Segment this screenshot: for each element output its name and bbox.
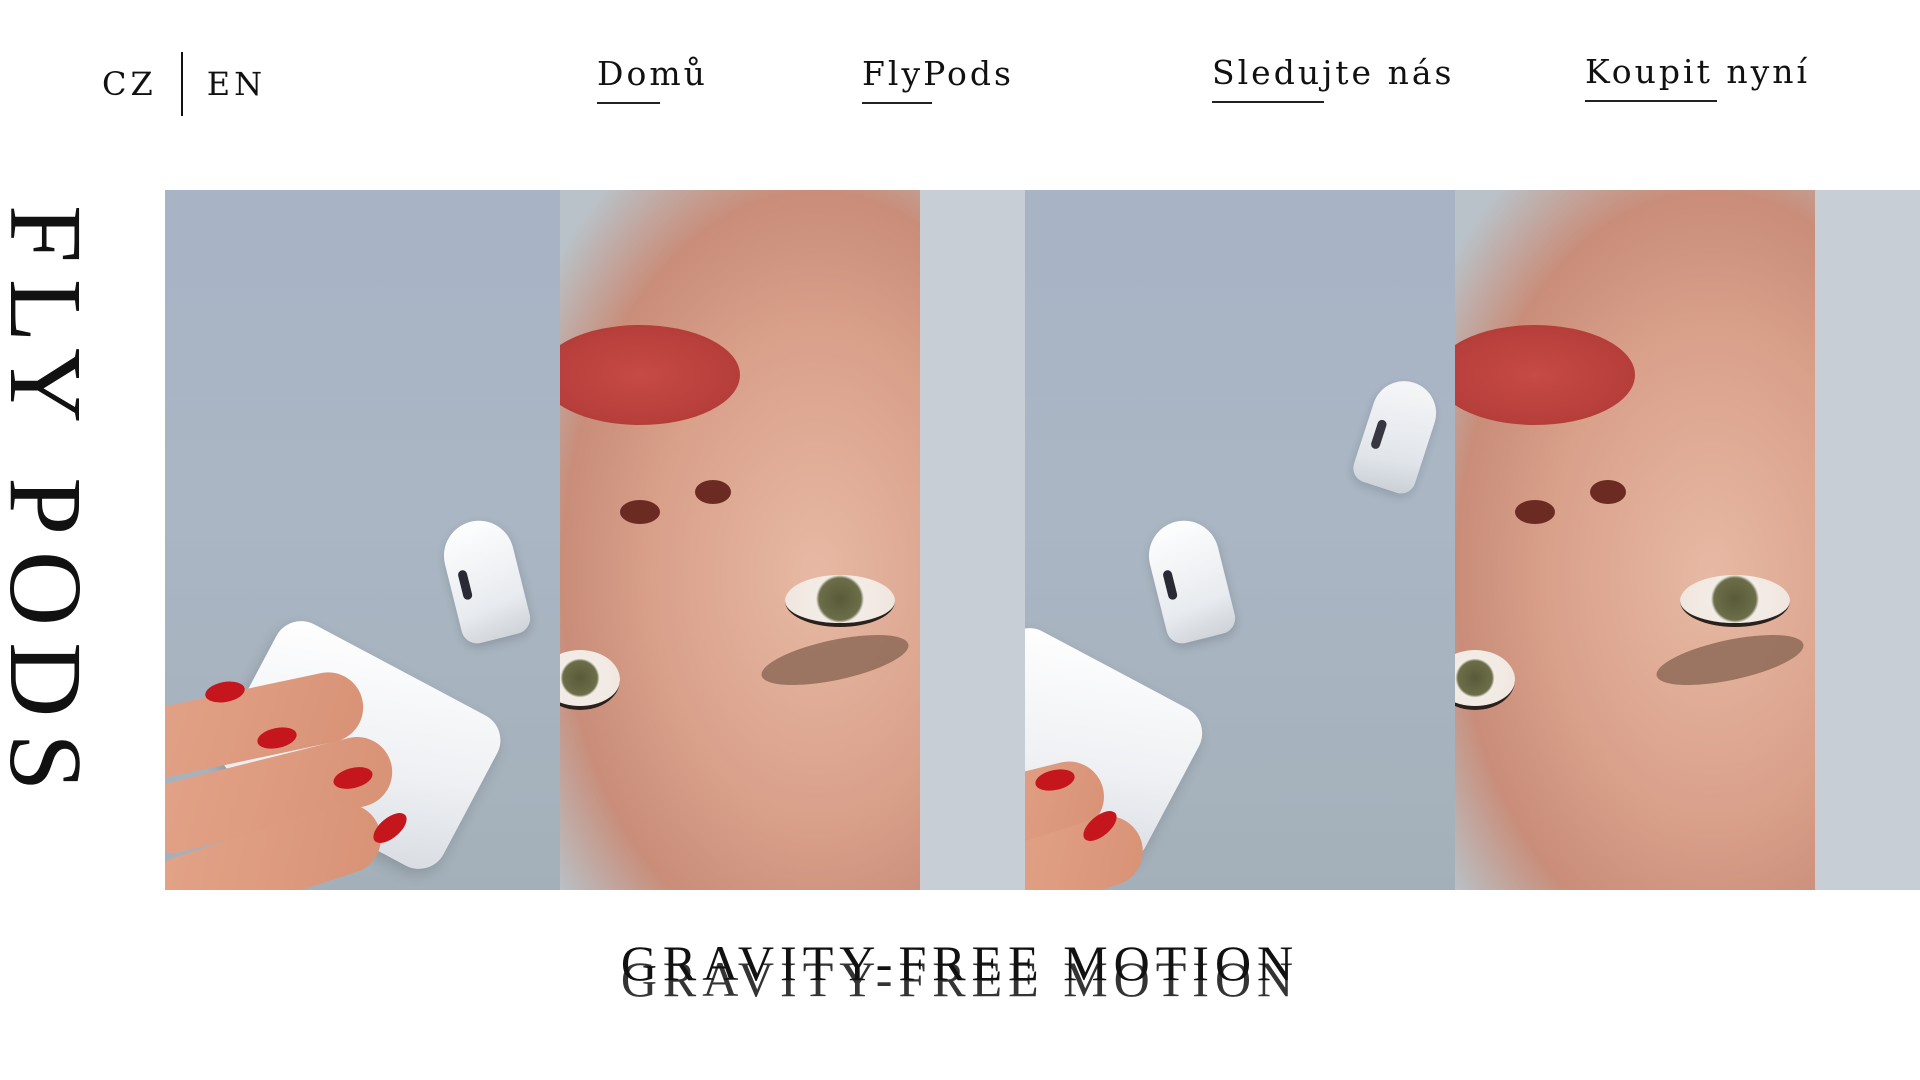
face-eye	[1680, 575, 1790, 627]
photo-background-wall	[920, 190, 1025, 890]
face-brow	[1652, 624, 1808, 696]
face-brow	[757, 624, 913, 696]
vertical-brand-title: FLY PODS	[0, 205, 103, 875]
photo-background-wall	[1815, 190, 1920, 890]
tagline: GRAVITY-FREE MOTION GRAVITY-FREE MOTION	[0, 934, 1920, 1007]
nav-follow-underline	[1212, 101, 1324, 103]
photo-product-panel-2	[1025, 190, 1455, 890]
vertical-brand-text: FLY PODS	[0, 205, 103, 808]
face-eye	[560, 650, 620, 710]
photo-face-panel-2	[1455, 190, 1920, 890]
earbud-image	[436, 513, 534, 647]
face-nostril	[695, 480, 731, 504]
face-lips	[1455, 325, 1635, 425]
nav-flypods-link[interactable]: FlyPods	[862, 54, 1014, 104]
tagline-echo-text: GRAVITY-FREE MOTION	[620, 951, 1300, 1007]
face-nostril	[1515, 500, 1555, 524]
photo-face-panel-1	[560, 190, 1025, 890]
lang-cz-link[interactable]: CZ	[102, 65, 157, 103]
lang-en-link[interactable]: EN	[207, 65, 266, 103]
face-eye	[785, 575, 895, 627]
nav-home-label: Domů	[597, 54, 708, 93]
face-eye	[1455, 650, 1515, 710]
earbud-image	[1141, 513, 1239, 647]
nav-home-underline	[597, 102, 660, 104]
face-lips	[560, 325, 740, 425]
face-nostril	[1590, 480, 1626, 504]
nav-buy-label: Koupit nyní	[1585, 52, 1811, 91]
earbud-floating-image	[1349, 372, 1445, 498]
language-switch: CZ EN	[102, 52, 266, 116]
nav-home-link[interactable]: Domů	[597, 54, 708, 104]
photo-product-panel-1	[165, 190, 560, 890]
nav-buy-link[interactable]: Koupit nyní	[1585, 52, 1811, 102]
nav-follow-label: Sledujte nás	[1212, 53, 1455, 92]
nav-flypods-label: FlyPods	[862, 54, 1014, 93]
nav-buy-underline	[1585, 100, 1717, 102]
nav-follow-link[interactable]: Sledujte nás	[1212, 53, 1455, 103]
nav-flypods-underline	[862, 102, 932, 104]
hero-photo-strip	[165, 190, 1920, 890]
lang-divider	[180, 52, 183, 116]
face-nostril	[620, 500, 660, 524]
tagline-echo: GRAVITY-FREE MOTION	[0, 950, 1920, 1008]
